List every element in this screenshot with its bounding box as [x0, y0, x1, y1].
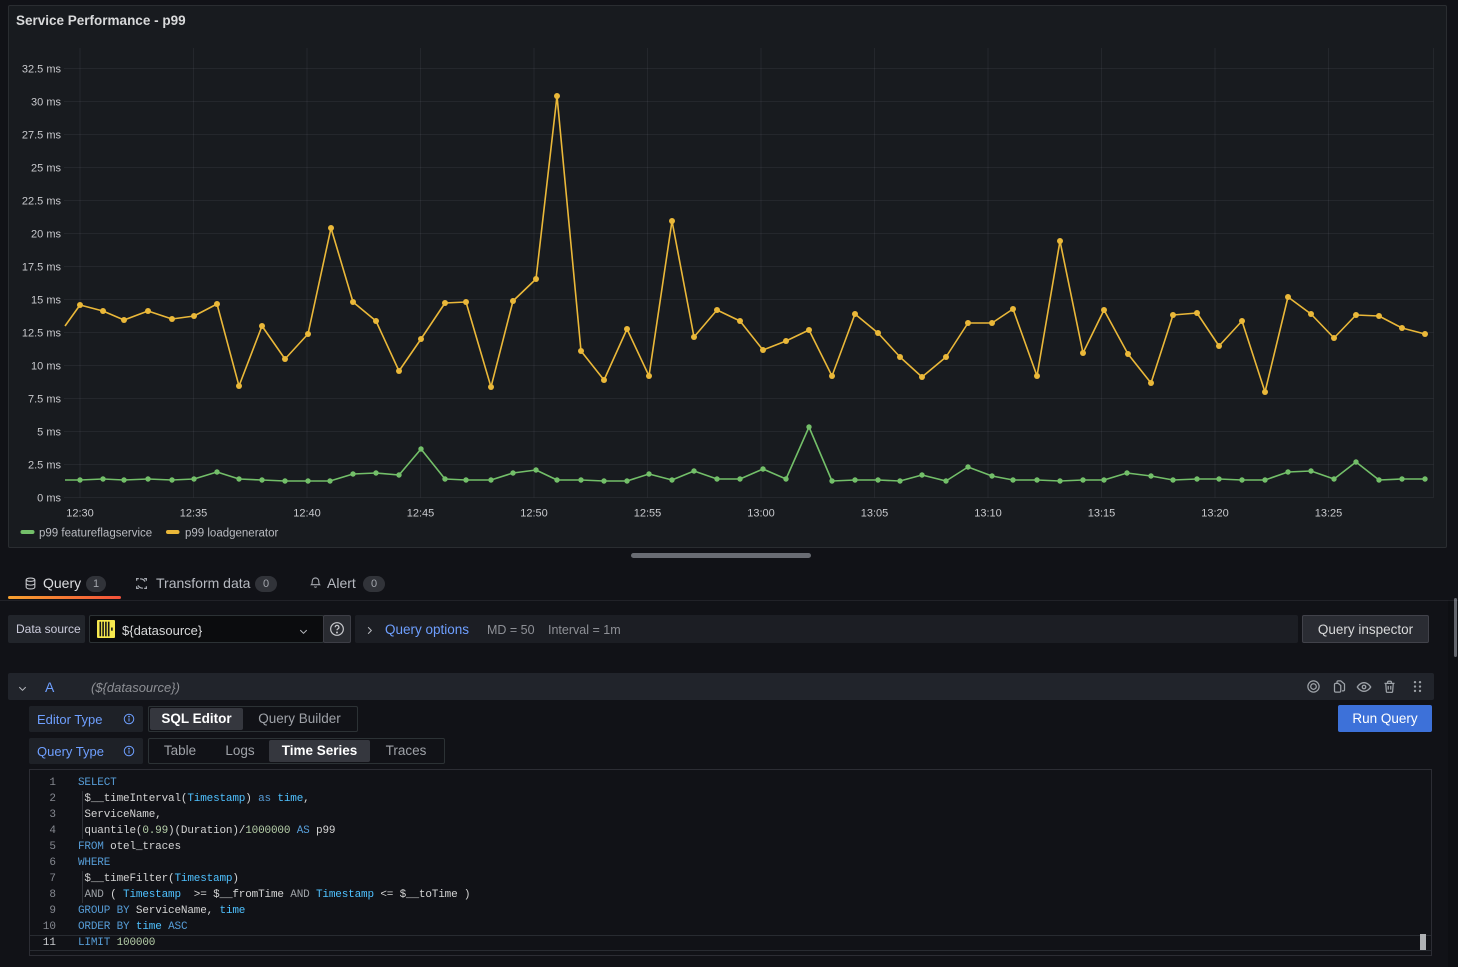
- svg-text:13:05: 13:05: [861, 508, 889, 520]
- svg-text:12:45: 12:45: [407, 508, 435, 520]
- svg-text:p99 featureflagservice: p99 featureflagservice: [39, 528, 152, 540]
- svg-text:13:00: 13:00: [747, 508, 775, 520]
- svg-text:27.5 ms: 27.5 ms: [22, 129, 62, 141]
- svg-text:12:50: 12:50: [520, 508, 548, 520]
- svg-text:30 ms: 30 ms: [31, 96, 61, 108]
- svg-text:12:35: 12:35: [180, 508, 208, 520]
- svg-text:13:25: 13:25: [1315, 508, 1343, 520]
- svg-text:p99 loadgenerator: p99 loadgenerator: [185, 528, 279, 540]
- svg-text:12:40: 12:40: [293, 508, 321, 520]
- svg-text:7.5 ms: 7.5 ms: [28, 393, 62, 405]
- svg-text:13:10: 13:10: [974, 508, 1002, 520]
- svg-text:20 ms: 20 ms: [31, 228, 61, 240]
- svg-text:12:30: 12:30: [66, 508, 94, 520]
- svg-text:12.5 ms: 12.5 ms: [22, 327, 62, 339]
- svg-text:2.5 ms: 2.5 ms: [28, 459, 62, 471]
- svg-text:17.5 ms: 17.5 ms: [22, 261, 62, 273]
- svg-text:22.5 ms: 22.5 ms: [22, 195, 62, 207]
- svg-text:32.5 ms: 32.5 ms: [22, 63, 62, 75]
- svg-text:25 ms: 25 ms: [31, 162, 61, 174]
- svg-text:10 ms: 10 ms: [31, 360, 61, 372]
- svg-text:12:55: 12:55: [634, 508, 662, 520]
- svg-text:0 ms: 0 ms: [37, 492, 61, 504]
- svg-text:5 ms: 5 ms: [37, 426, 61, 438]
- svg-text:13:20: 13:20: [1201, 508, 1229, 520]
- svg-text:15 ms: 15 ms: [31, 294, 61, 306]
- svg-text:13:15: 13:15: [1088, 508, 1116, 520]
